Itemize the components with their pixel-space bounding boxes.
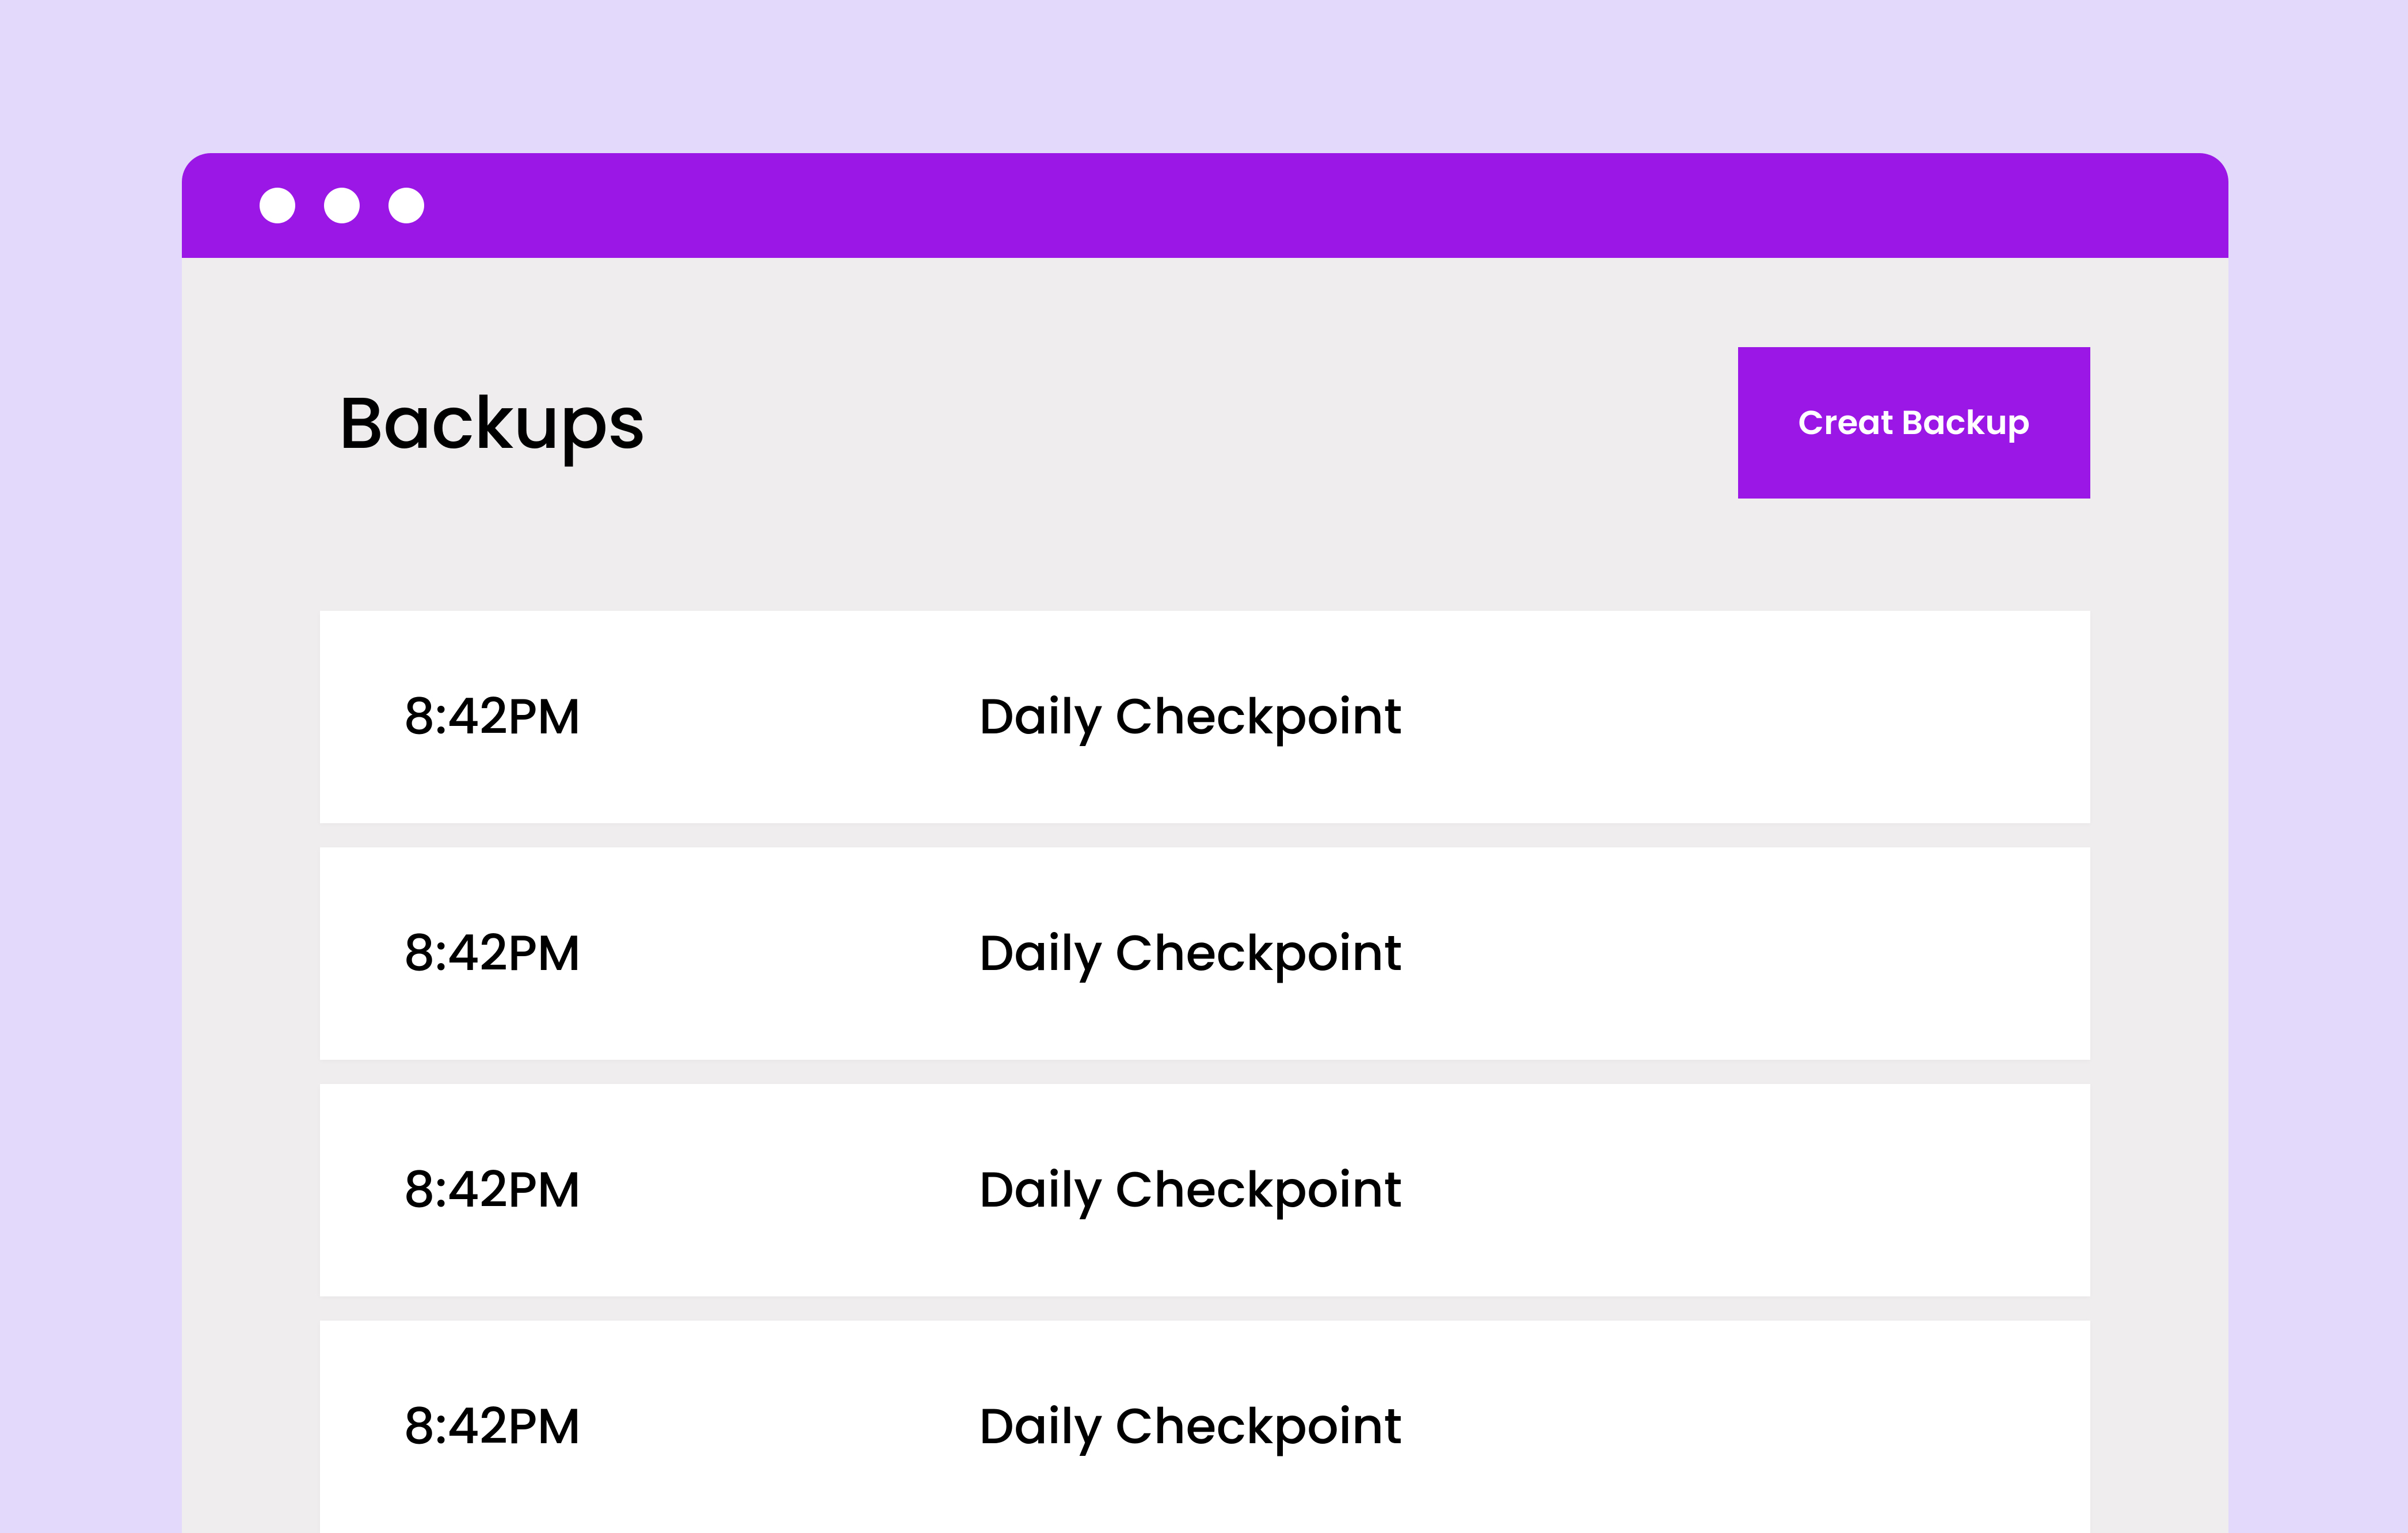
backup-time: 8:42PM	[403, 1153, 979, 1227]
backup-time: 8:42PM	[403, 680, 979, 754]
backup-time: 8:42PM	[403, 916, 979, 991]
backup-row[interactable]: 8:42PM Daily Checkpoint	[320, 611, 2090, 823]
window-content: Backups Creat Backup 8:42PM Daily Checkp…	[182, 258, 2228, 1533]
traffic-light-close-icon[interactable]	[260, 188, 295, 223]
traffic-light-minimize-icon[interactable]	[324, 188, 360, 223]
backup-row[interactable]: 8:42PM Daily Checkpoint	[320, 1084, 2090, 1296]
backup-name: Daily Checkpoint	[979, 916, 1402, 991]
traffic-light-maximize-icon[interactable]	[388, 188, 424, 223]
backup-row[interactable]: 8:42PM Daily Checkpoint	[320, 1321, 2090, 1533]
create-backup-button[interactable]: Creat Backup	[1738, 347, 2090, 499]
backup-row[interactable]: 8:42PM Daily Checkpoint	[320, 847, 2090, 1060]
backup-time: 8:42PM	[403, 1390, 979, 1464]
backup-name: Daily Checkpoint	[979, 680, 1402, 754]
page-title: Backups	[338, 369, 645, 477]
app-window: Backups Creat Backup 8:42PM Daily Checkp…	[182, 153, 2228, 1533]
page-header: Backups Creat Backup	[320, 347, 2090, 499]
backup-list: 8:42PM Daily Checkpoint 8:42PM Daily Che…	[320, 611, 2090, 1533]
backup-name: Daily Checkpoint	[979, 1390, 1402, 1464]
window-titlebar	[182, 153, 2228, 258]
backup-name: Daily Checkpoint	[979, 1153, 1402, 1227]
